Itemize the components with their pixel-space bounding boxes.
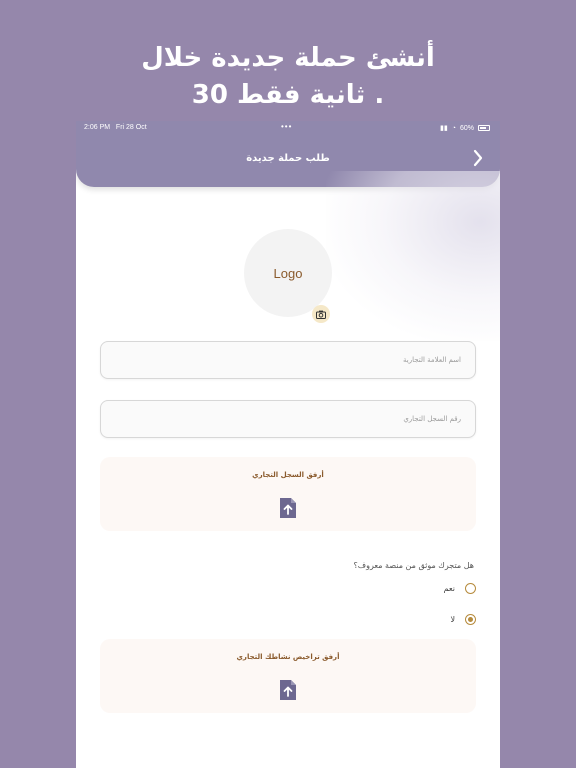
back-button[interactable] xyxy=(470,149,486,169)
chevron-right-icon xyxy=(473,149,483,167)
battery-percent: 60% xyxy=(459,124,474,132)
logo-upload-circle[interactable]: Logo xyxy=(244,229,332,317)
commercial-register-input[interactable] xyxy=(101,401,475,437)
radio-option-yes[interactable]: نعم xyxy=(444,583,476,594)
attach-licenses-upload[interactable]: أرفق تراخيص نشاطك التجاري xyxy=(100,639,476,713)
status-time: 2:06 PM xyxy=(84,124,111,131)
attach-register-upload[interactable]: أرفق السجل التجاري xyxy=(100,457,476,531)
file-upload-icon xyxy=(280,498,296,518)
radio-option-no[interactable]: لا xyxy=(450,614,476,625)
background-glow xyxy=(326,171,500,341)
signal-icon: ▮▮ xyxy=(440,125,448,132)
multitasking-dots[interactable]: ••• xyxy=(281,122,292,131)
radio-yes-label: نعم xyxy=(443,584,455,593)
device-screen: 2:06 PM Fri 28 Oct ••• ▮▮ ◔ 60% طلب حملة… xyxy=(76,121,500,768)
status-date: Fri 28 Oct xyxy=(115,124,147,131)
radio-no[interactable] xyxy=(465,614,476,625)
radio-no-label: لا xyxy=(450,615,455,624)
camera-icon xyxy=(316,310,326,319)
radio-yes[interactable] xyxy=(465,583,476,594)
brand-name-input[interactable] xyxy=(101,342,475,378)
logo-placeholder-text: Logo xyxy=(273,265,303,281)
battery-icon xyxy=(478,125,490,131)
page-title: طلب حملة جديدة xyxy=(246,153,330,164)
status-indicators: ▮▮ ◔ 60% xyxy=(440,124,490,132)
brand-name-field[interactable] xyxy=(100,341,476,379)
promo-headline: أنشئ حملة جديدة خلال 30 ثانية فقط . xyxy=(0,40,576,114)
headline-line-2: 30 ثانية فقط . xyxy=(191,80,385,110)
verified-store-question: هل متجرك موثق من منصة معروف؟ xyxy=(353,561,474,570)
attach-register-label: أرفق السجل التجاري xyxy=(252,471,324,479)
file-upload-icon xyxy=(280,680,296,700)
camera-button[interactable] xyxy=(312,305,330,323)
headline-line-1: أنشئ حملة جديدة خلال xyxy=(141,43,435,73)
attach-licenses-label: أرفق تراخيص نشاطك التجاري xyxy=(236,653,340,661)
commercial-register-field[interactable] xyxy=(100,400,476,438)
status-bar: 2:06 PM Fri 28 Oct ••• ▮▮ ◔ 60% xyxy=(76,121,500,135)
wifi-icon: ◔ xyxy=(451,124,456,132)
